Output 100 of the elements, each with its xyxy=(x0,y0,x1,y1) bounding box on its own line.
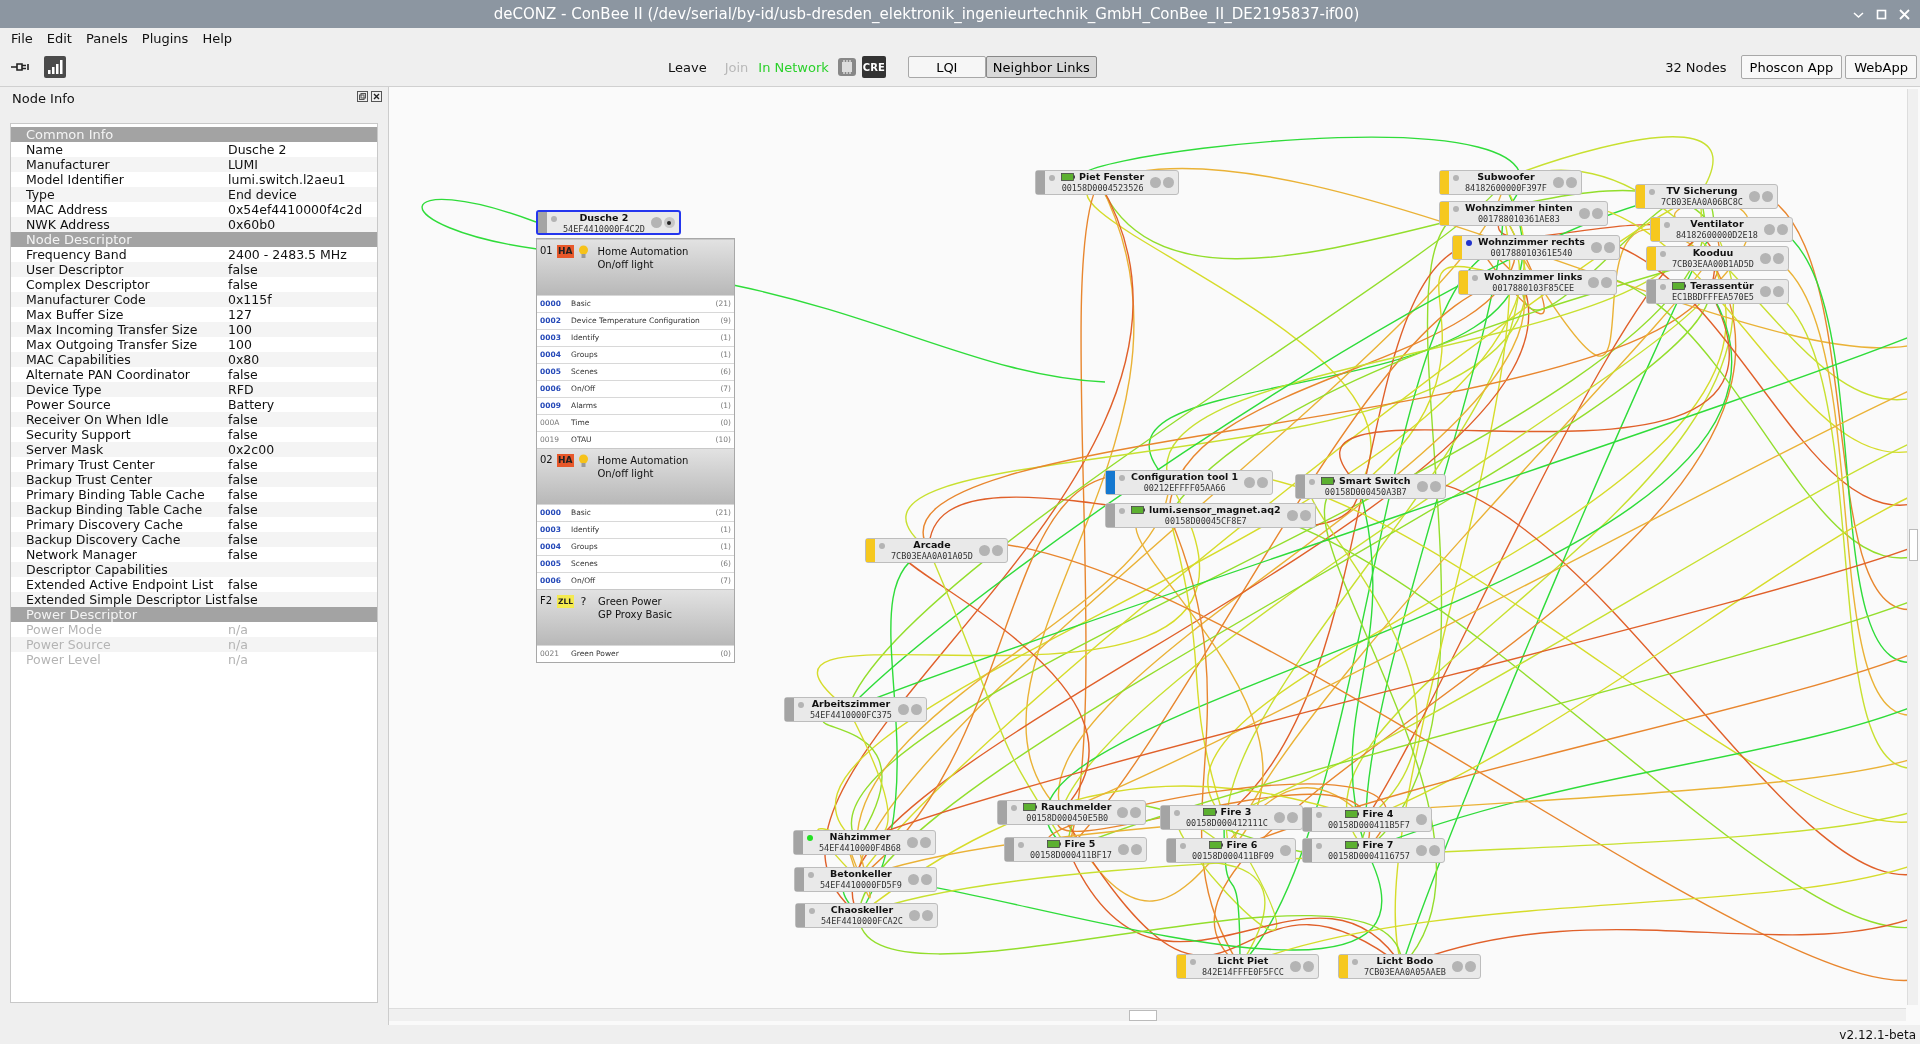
menu-item[interactable]: Edit xyxy=(39,30,79,46)
property-value: false xyxy=(228,577,258,592)
view-toggle-button[interactable]: Neighbor Links xyxy=(985,56,1097,78)
node-name: Fire 7 xyxy=(1362,839,1394,851)
panel-title: Node Info xyxy=(12,91,76,106)
property-value: false xyxy=(228,502,258,517)
node-type-bar xyxy=(1303,839,1312,862)
node-type-bar xyxy=(1651,218,1660,241)
menu-item[interactable]: Panels xyxy=(78,30,135,46)
endpoint-indicator[interactable] xyxy=(663,217,675,228)
property-label: Security Support xyxy=(26,427,132,442)
endpoint-id: 02 xyxy=(540,454,553,465)
device-glyph: ? xyxy=(579,595,588,608)
property-label: Primary Binding Table Cache xyxy=(26,487,206,502)
property-value: 0x2c00 xyxy=(228,442,275,457)
menu-item[interactable]: File xyxy=(4,30,40,46)
property-label: Power Source xyxy=(26,637,112,652)
property-value: 127 xyxy=(228,307,252,322)
node-type-bar xyxy=(795,868,804,891)
leave-action[interactable]: Leave xyxy=(668,59,707,75)
node-type-bar xyxy=(866,539,875,562)
property-label: Manufacturer xyxy=(26,157,111,172)
endpoint-device: On/off light xyxy=(597,467,655,480)
node-name: Ventilator xyxy=(1690,218,1744,230)
node-type-bar xyxy=(538,212,547,233)
node-address: 001788010361AE83 xyxy=(1477,214,1560,225)
node-name: Nähzimmer xyxy=(829,831,891,843)
close-icon[interactable] xyxy=(371,91,382,102)
property-value: false xyxy=(228,262,258,277)
property-value: n/a xyxy=(228,622,248,637)
node-name: Fire 4 xyxy=(1362,808,1394,820)
property-value: false xyxy=(228,547,258,562)
property-label: Network Manager xyxy=(26,547,138,562)
property-label: Type xyxy=(26,187,56,202)
node-name: Subwoofer xyxy=(1477,171,1535,183)
node-type-bar xyxy=(1453,236,1462,259)
node-address: 00212EFFFF05AA66 xyxy=(1143,483,1226,494)
node-name: Chaoskeller xyxy=(830,904,894,916)
node-name: TV Sicherung xyxy=(1666,185,1738,197)
property-value: End device xyxy=(228,187,297,202)
scrollbar[interactable] xyxy=(1907,89,1918,1005)
node-address: 7CB03EAA0A05AAEB xyxy=(1364,967,1446,978)
network-node[interactable]: Dusche 2 54EF4410000F4C2D xyxy=(536,210,681,235)
property-value: false xyxy=(228,487,258,502)
node-name: Fire 6 xyxy=(1226,839,1258,851)
property-label: Frequency Band xyxy=(26,247,128,262)
node-address: 00158D0004523526 xyxy=(1061,183,1144,194)
property-label: NWK Address xyxy=(26,217,111,232)
property-label: Max Buffer Size xyxy=(26,307,125,322)
property-label: Backup Binding Table Cache xyxy=(26,502,204,517)
endpoint-profile: Home Automation xyxy=(597,245,689,258)
node-address: 84182600000F397F xyxy=(1465,183,1547,194)
bulb-icon xyxy=(577,454,589,468)
signal-bars-icon[interactable] xyxy=(44,56,66,78)
menu-item[interactable]: Plugins xyxy=(134,30,196,46)
device-icon[interactable] xyxy=(836,57,857,77)
node-type-bar xyxy=(1005,838,1014,861)
property-label: Name xyxy=(26,142,64,157)
node-type-bar xyxy=(1339,955,1348,978)
property-value: false xyxy=(228,277,258,292)
property-value: false xyxy=(228,457,258,472)
property-label: Complex Descriptor xyxy=(26,277,151,292)
node-address: 00158D000450E5B0 xyxy=(1026,813,1109,824)
node-address: 001788010361E540 xyxy=(1490,248,1573,259)
property-value: lumi.switch.l2aeu1 xyxy=(228,172,346,187)
maximize-icon[interactable] xyxy=(1876,8,1887,20)
node-address: 7CB03EAA0A06BC8C xyxy=(1661,197,1743,208)
node-address: 84182600000D2E18 xyxy=(1676,230,1758,241)
app-button[interactable]: Phoscon App xyxy=(1740,55,1843,79)
node-address: 00158D000450A3B7 xyxy=(1324,487,1407,498)
node-name: Licht Bodo xyxy=(1376,955,1434,967)
node-name: Smart Switch xyxy=(1339,475,1411,487)
bulb-icon xyxy=(577,245,589,259)
property-label: Manufacturer Code xyxy=(26,292,147,307)
section-header: Node Descriptor xyxy=(11,232,377,247)
profile-badge: HA xyxy=(557,245,574,258)
network-node[interactable]: Fire 4 00158D000411B5F7 xyxy=(1302,807,1432,832)
property-value: false xyxy=(228,367,258,382)
endpoint-id: F2 xyxy=(540,595,553,606)
node-type-bar xyxy=(785,698,794,721)
node-address: 54EF4410000FCA2C xyxy=(821,916,903,927)
scrollbar[interactable] xyxy=(389,1008,1906,1021)
node-name: Piet Fenster xyxy=(1079,171,1145,183)
node-count: 32 Nodes xyxy=(1665,59,1727,75)
network-node[interactable]: Fire 6 00158D000411BF09 xyxy=(1166,838,1296,863)
node-type-bar xyxy=(796,904,805,927)
property-value: LUMI xyxy=(228,157,258,172)
cre-button[interactable]: CRE xyxy=(861,56,886,78)
node-address: 54EF4410000F4B68 xyxy=(819,843,901,854)
node-type-bar xyxy=(1106,471,1115,494)
node-name: Fire 3 xyxy=(1220,806,1252,818)
node-name: Arbeitszimmer xyxy=(811,698,891,710)
property-value: n/a xyxy=(228,652,248,667)
float-icon[interactable] xyxy=(357,91,368,102)
property-label: Receiver On When Idle xyxy=(26,412,170,427)
app-button[interactable]: WebApp xyxy=(1845,55,1917,79)
view-toggle-button[interactable]: LQI xyxy=(907,56,986,78)
property-value: 100 xyxy=(228,337,252,352)
endpoint-profile: Home Automation xyxy=(597,454,689,467)
menu-item[interactable]: Help xyxy=(195,30,239,46)
